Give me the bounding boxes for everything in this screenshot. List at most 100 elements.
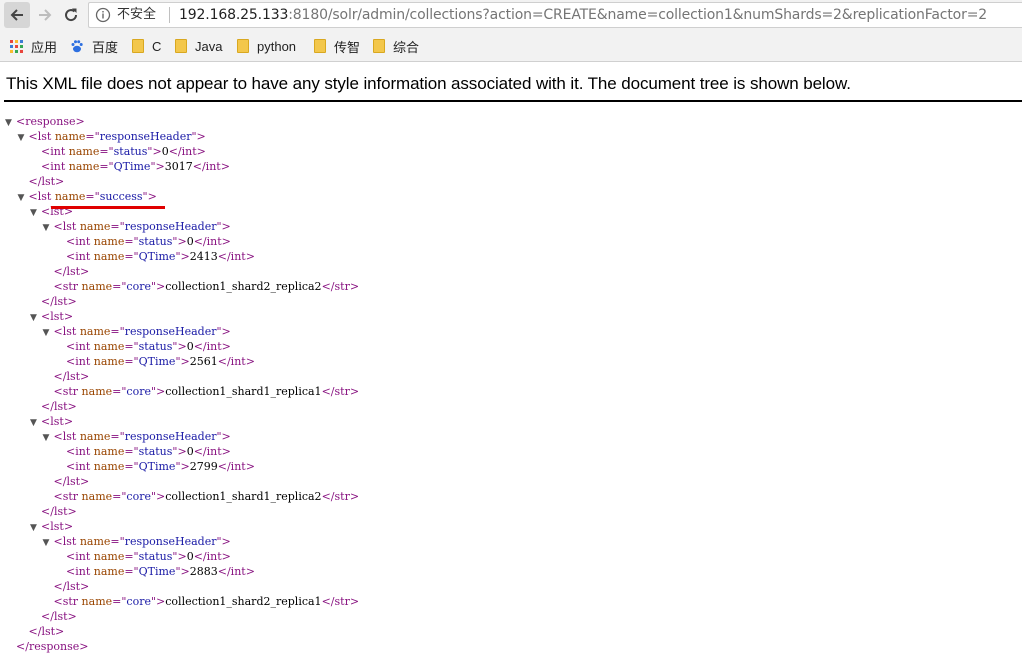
tag-close-bracket: > [180, 565, 190, 578]
attribute-name: name [93, 565, 125, 578]
xml-line[interactable]: ▼ <response> [5, 114, 85, 129]
end-tag-name: lst [66, 475, 81, 488]
bookmark-folder-chuanzhi[interactable]: 传智 [314, 36, 360, 56]
end-tag-close-bracket: > [80, 370, 90, 383]
forward-button[interactable] [32, 2, 58, 28]
attribute-open-quote: =" [112, 280, 127, 293]
end-tag-close-bracket: > [79, 640, 89, 653]
xml-line[interactable]: ▼ <lst name="responseHeader"> [43, 324, 231, 339]
xml-line[interactable]: ▼ <lst name="responseHeader"> [43, 219, 231, 234]
reload-button[interactable] [58, 2, 84, 28]
attribute-name: name [81, 595, 113, 608]
end-tag-name: str [334, 490, 350, 503]
tag-name: str [62, 490, 79, 503]
tag-name: str [62, 595, 79, 608]
collapse-triangle-icon: ▼ [17, 193, 25, 203]
tag-close-bracket: > [177, 235, 187, 248]
address-bar[interactable]: 不安全 192.168.25.133:8180/solr/admin/colle… [88, 2, 1022, 28]
tag-open-bracket: < [66, 250, 76, 263]
end-tag-name: lst [53, 610, 68, 623]
tag-open-bracket: < [16, 115, 26, 128]
tag-close-bracket: > [63, 520, 74, 533]
attribute-value: status [138, 445, 173, 458]
tag-name: lst [62, 325, 77, 338]
bookmark-folder-c[interactable]: C [132, 36, 161, 56]
end-tag-name: lst [53, 295, 68, 308]
xml-line: <int name="QTime">3017</int> [41, 159, 230, 174]
security-label[interactable]: 不安全 [117, 3, 156, 27]
end-tag-close-bracket: > [221, 550, 231, 563]
attribute-open-quote: =" [124, 460, 139, 473]
end-tag-close-bracket: > [221, 445, 231, 458]
xml-line: <int name="status">0</int> [66, 234, 231, 249]
end-tag-open-bracket: </ [16, 640, 29, 653]
bookmark-folder-java[interactable]: Java [175, 36, 222, 56]
attribute-open-quote: =" [112, 490, 127, 503]
attribute-name: name [68, 145, 100, 158]
tag-close-bracket: > [221, 430, 231, 443]
attribute-value: QTime [138, 565, 176, 578]
bookmark-folder-python[interactable]: python [237, 36, 296, 56]
tag-name: int [75, 355, 91, 368]
xml-line[interactable]: ▼ <lst> [30, 309, 73, 324]
tag-close-bracket: > [221, 220, 231, 233]
attribute-name: name [81, 280, 113, 293]
notice-divider [4, 100, 1022, 102]
back-button[interactable] [4, 2, 30, 28]
attribute-value: responseHeader [124, 220, 217, 233]
xml-line[interactable]: ▼ <lst name="responseHeader"> [18, 129, 206, 144]
end-tag-open-bracket: </ [217, 565, 231, 578]
text-node: 2799 [189, 460, 218, 473]
xml-line: </response> [16, 639, 88, 654]
attribute-open-quote: =" [112, 385, 127, 398]
xml-line[interactable]: ▼ <lst name="success"> [18, 189, 157, 204]
end-tag-open-bracket: </ [28, 625, 42, 638]
tag-open-bracket: < [41, 310, 51, 323]
xml-line[interactable]: ▼ <lst> [30, 519, 73, 534]
tag-name: lst [37, 190, 52, 203]
attribute-open-quote: =" [124, 565, 139, 578]
tag-open-bracket: < [66, 445, 76, 458]
end-tag-name: str [334, 385, 350, 398]
address-divider [169, 7, 170, 23]
end-tag-close-bracket: > [80, 265, 90, 278]
xml-line: <str name="core">collection1_shard1_repl… [54, 384, 360, 399]
collapse-triangle-icon: ▼ [17, 133, 25, 143]
xml-line[interactable]: ▼ <lst> [30, 414, 73, 429]
attribute-value: responseHeader [124, 430, 217, 443]
tag-open-bracket: < [53, 535, 63, 548]
xml-line[interactable]: ▼ <lst name="responseHeader"> [43, 534, 231, 549]
tag-name: int [50, 160, 66, 173]
bookmark-folder-zonghe[interactable]: 综合 [373, 36, 419, 56]
collapse-triangle-icon: ▼ [30, 208, 37, 218]
tag-open-bracket: < [41, 520, 51, 533]
tag-name: int [75, 550, 91, 563]
attribute-open-quote: =" [124, 550, 139, 563]
tag-close-bracket: > [177, 340, 187, 353]
info-icon[interactable] [95, 3, 111, 27]
end-tag-open-bracket: </ [217, 355, 231, 368]
end-tag-open-bracket: </ [217, 250, 231, 263]
attribute-name: name [79, 430, 111, 443]
attribute-value: core [126, 595, 151, 608]
url-text[interactable]: 192.168.25.133:8180/solr/admin/collectio… [179, 3, 987, 27]
end-tag-open-bracket: </ [28, 175, 42, 188]
end-tag-name: int [206, 550, 222, 563]
end-tag-open-bracket: </ [41, 295, 54, 308]
end-tag-close-bracket: > [67, 505, 77, 518]
xml-line: </lst> [54, 369, 90, 384]
xml-line[interactable]: ▼ <lst name="responseHeader"> [43, 429, 231, 444]
bookmark-label: 传智 [334, 39, 361, 55]
tag-close-bracket: > [180, 355, 190, 368]
tag-open-bracket: < [66, 235, 76, 248]
end-tag-close-bracket: > [349, 595, 360, 608]
tag-open-bracket: < [41, 415, 51, 428]
xml-line: <int name="QTime">2413</int> [66, 249, 255, 264]
tag-close-bracket: > [156, 595, 166, 608]
xml-line: <str name="core">collection1_shard1_repl… [54, 489, 360, 504]
xml-line: </lst> [29, 624, 65, 639]
tag-open-bracket: < [53, 220, 63, 233]
bookmark-apps[interactable]: 应用 [10, 36, 57, 56]
end-tag-close-bracket: > [349, 385, 360, 398]
bookmark-baidu[interactable]: 百度 [70, 36, 118, 56]
